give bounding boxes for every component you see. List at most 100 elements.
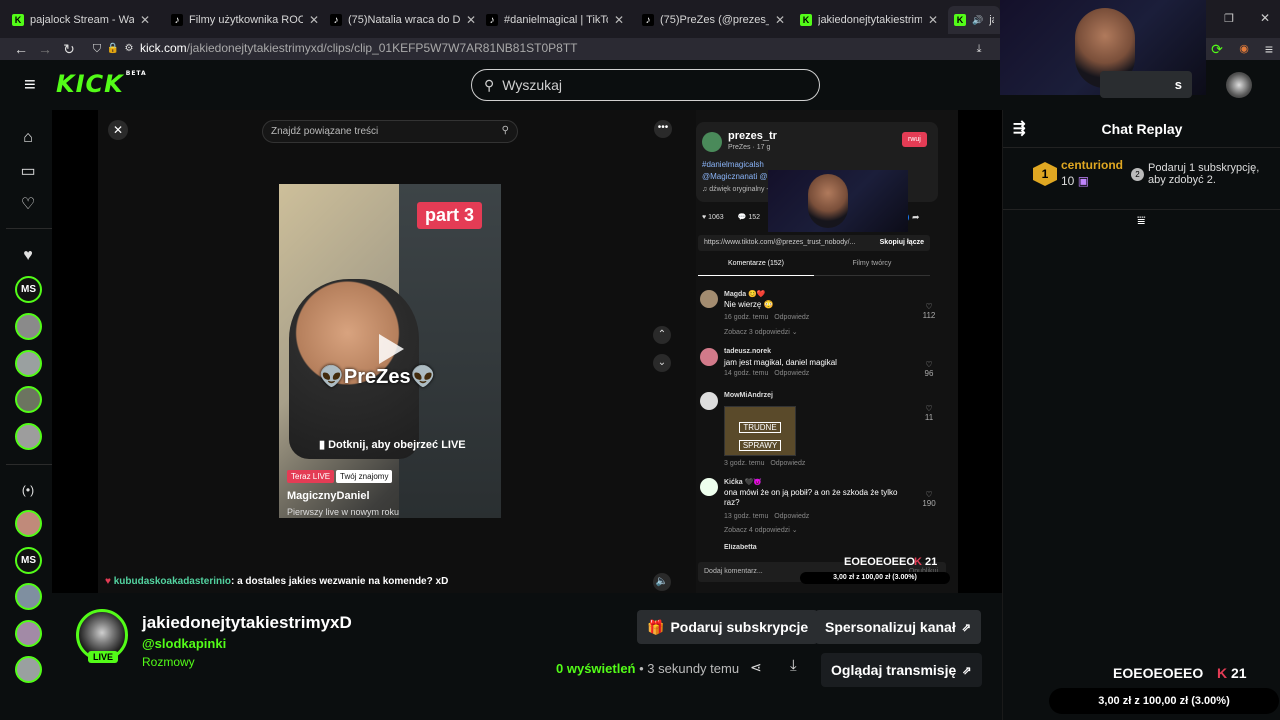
- channel-avatar[interactable]: [15, 510, 42, 537]
- live-description: Pierwszy live w nowym roku: [287, 507, 400, 517]
- volume-icon[interactable]: 🔈: [653, 573, 671, 591]
- watch-stream-button[interactable]: Oglądaj transmisję ⇗: [821, 653, 982, 687]
- download-icon[interactable]: ⤓: [790, 657, 797, 674]
- speaker-icon[interactable]: 🔊: [972, 15, 983, 26]
- channel-avatar[interactable]: [15, 583, 42, 610]
- channel-avatar[interactable]: MS: [15, 276, 42, 303]
- copy-link-button[interactable]: Skopiuj łącze: [880, 239, 924, 246]
- comment-avatar[interactable]: [700, 392, 718, 410]
- live-username[interactable]: MagicznyDaniel: [287, 490, 370, 502]
- share-icon[interactable]: ⋖: [750, 659, 762, 676]
- follow-button[interactable]: rwuj: [902, 132, 927, 147]
- comment-avatar[interactable]: [700, 478, 718, 496]
- tiktok-search-input[interactable]: Znajdź powiązane treści ⚲: [262, 120, 518, 143]
- comment-item: Kićka 🖤😈 ona mówi że on ją pobił? a on ż…: [700, 478, 940, 538]
- close-tab-icon[interactable]: ✕: [309, 13, 319, 27]
- reply-link[interactable]: Odpowiedz: [770, 460, 805, 467]
- channel-avatar[interactable]: [15, 313, 42, 340]
- following-icon[interactable]: ♡: [14, 190, 42, 218]
- tap-to-watch-live[interactable]: ▮ Dotknij, aby obejrzeć LIVE: [319, 438, 466, 451]
- comment-avatar[interactable]: [700, 348, 718, 366]
- reply-link[interactable]: Odpowiedz: [774, 370, 809, 377]
- share-arrow-icon[interactable]: ➦: [912, 212, 923, 223]
- comment-avatar[interactable]: [700, 290, 718, 308]
- channel-avatar[interactable]: [15, 423, 42, 450]
- like-icon[interactable]: ♥ 1063: [702, 214, 724, 221]
- reply-link[interactable]: Odpowiedz: [774, 513, 809, 520]
- reload-icon[interactable]: ↻: [60, 40, 78, 58]
- channel-avatar[interactable]: [15, 620, 42, 647]
- tab-active[interactable]: K🔊jak: [948, 6, 1000, 34]
- forward-icon[interactable]: →: [36, 40, 54, 58]
- user-avatar[interactable]: [1226, 72, 1252, 98]
- comment-user[interactable]: Kićka: [724, 479, 743, 486]
- sync-icon[interactable]: ⟳: [1208, 40, 1226, 58]
- hamburger-menu-icon[interactable]: ≡: [24, 74, 36, 97]
- channel-avatar[interactable]: [15, 656, 42, 683]
- more-options-icon[interactable]: •••: [654, 120, 672, 138]
- channel-name[interactable]: jakiedonejtytakiestrimyxD: [142, 613, 352, 633]
- close-tab-icon[interactable]: ✕: [775, 13, 785, 27]
- chevron-down-icon[interactable]: ⌄: [653, 354, 671, 372]
- close-icon[interactable]: ✕: [108, 120, 128, 140]
- restore-window-icon[interactable]: ❐: [1224, 12, 1234, 25]
- channel-avatar[interactable]: [15, 386, 42, 413]
- play-icon[interactable]: [379, 334, 404, 364]
- tab-prezes[interactable]: ♪(75)PreZes (@prezes_trust_n✕: [636, 6, 791, 34]
- url-text[interactable]: kick.com/jakiedonejtytakiestrimyxd/clips…: [140, 41, 578, 55]
- search-input[interactable]: ⚲ Wyszukaj: [471, 69, 820, 101]
- permissions-icon[interactable]: ⚙: [120, 40, 138, 58]
- gift-subscription-button[interactable]: 🎁 Podaruj subskrypcje: [637, 610, 819, 644]
- customize-channel-button[interactable]: Spersonalizuj kanał ⇗: [815, 610, 981, 644]
- view-replies[interactable]: Zobacz 4 odpowiedzi ⌄: [724, 526, 798, 534]
- comment-icon[interactable]: 💬 152: [738, 213, 760, 221]
- gifter-name[interactable]: centuriond: [1061, 158, 1123, 172]
- author-name[interactable]: prezes_tr: [728, 130, 777, 142]
- comment-like-icon[interactable]: ♡ 112: [922, 302, 936, 320]
- tab-rocky[interactable]: ♪Filmy użytkownika ROCKY19✕: [165, 6, 325, 34]
- comment-like-icon[interactable]: ♡ 11: [922, 404, 936, 422]
- home-icon[interactable]: ⌂: [14, 124, 42, 152]
- reply-link[interactable]: Odpowiedz: [774, 314, 809, 321]
- download-icon[interactable]: ⤓: [970, 40, 988, 58]
- comment-user[interactable]: Magda: [724, 291, 746, 298]
- comment-item: MowMiAndrzej TRUDNE SPRAWY 3 godz. temu …: [700, 392, 940, 472]
- tab-jakiedonejty[interactable]: KjakiedonejtytakiestrimyxD St✕: [794, 6, 944, 34]
- close-tab-icon[interactable]: ✕: [140, 13, 150, 27]
- close-tab-icon[interactable]: ✕: [928, 13, 938, 27]
- tiktok-video[interactable]: part 3 👽PreZes👽 ▮ Dotknij, aby obejrzeć …: [279, 184, 501, 518]
- channel-category[interactable]: Rozmowy: [142, 655, 195, 669]
- author-avatar[interactable]: [702, 132, 722, 152]
- close-window-icon[interactable]: ✕: [1260, 11, 1270, 25]
- gift-prompt[interactable]: Podaruj 1 subskrypcję, aby zdobyć 2.: [1148, 162, 1268, 186]
- tab-danielmagical[interactable]: ♪ #danielmagical | TikTok ✕: [480, 6, 630, 34]
- scroll-down-icon[interactable]: ⩸: [1137, 212, 1146, 229]
- channel-avatar[interactable]: MS: [15, 547, 42, 574]
- comment-like-icon[interactable]: ♡ 190: [922, 490, 936, 508]
- tab-creator-videos[interactable]: Filmy twórcy: [814, 260, 930, 276]
- channel-avatar[interactable]: [15, 350, 42, 377]
- collapse-chat-icon[interactable]: ⇶: [1013, 110, 1026, 148]
- tab-comments[interactable]: Komentarze (152): [698, 260, 814, 276]
- hashtags[interactable]: #danielmagicalsh: [702, 160, 764, 169]
- extension-icon[interactable]: ◉: [1235, 40, 1253, 58]
- close-tab-icon[interactable]: ✕: [466, 13, 476, 27]
- login-button[interactable]: s: [1100, 71, 1192, 98]
- channel-handle[interactable]: @slodkapinki: [142, 636, 226, 651]
- comment-user[interactable]: tadeusz.norek: [724, 348, 771, 355]
- close-tab-icon[interactable]: ✕: [614, 13, 624, 27]
- comment-user[interactable]: Elizabetta: [724, 544, 757, 551]
- comment-user[interactable]: MowMiAndrzej: [724, 392, 773, 399]
- search-placeholder: Wyszukaj: [502, 77, 563, 93]
- chevron-up-icon[interactable]: ⌃: [653, 326, 671, 344]
- menu-icon[interactable]: ≡: [1260, 40, 1278, 58]
- browse-icon[interactable]: ▭: [14, 157, 42, 185]
- comment-like-icon[interactable]: ♡ 96: [922, 360, 936, 378]
- share-url-field[interactable]: https://www.tiktok.com/@prezes_trust_nob…: [698, 235, 930, 251]
- kick-logo[interactable]: KICK BETA: [56, 70, 147, 98]
- view-replies[interactable]: Zobacz 3 odpowiedzi ⌄: [724, 328, 798, 336]
- back-icon[interactable]: ←: [12, 40, 30, 58]
- tab-natalia[interactable]: ♪(75)Natalia wraca do Daniela✕: [324, 6, 482, 34]
- tab-pajalock[interactable]: Kpajalock Stream - Watch Live✕: [6, 6, 156, 34]
- overlay-name: EOEOEOEEO: [844, 556, 915, 568]
